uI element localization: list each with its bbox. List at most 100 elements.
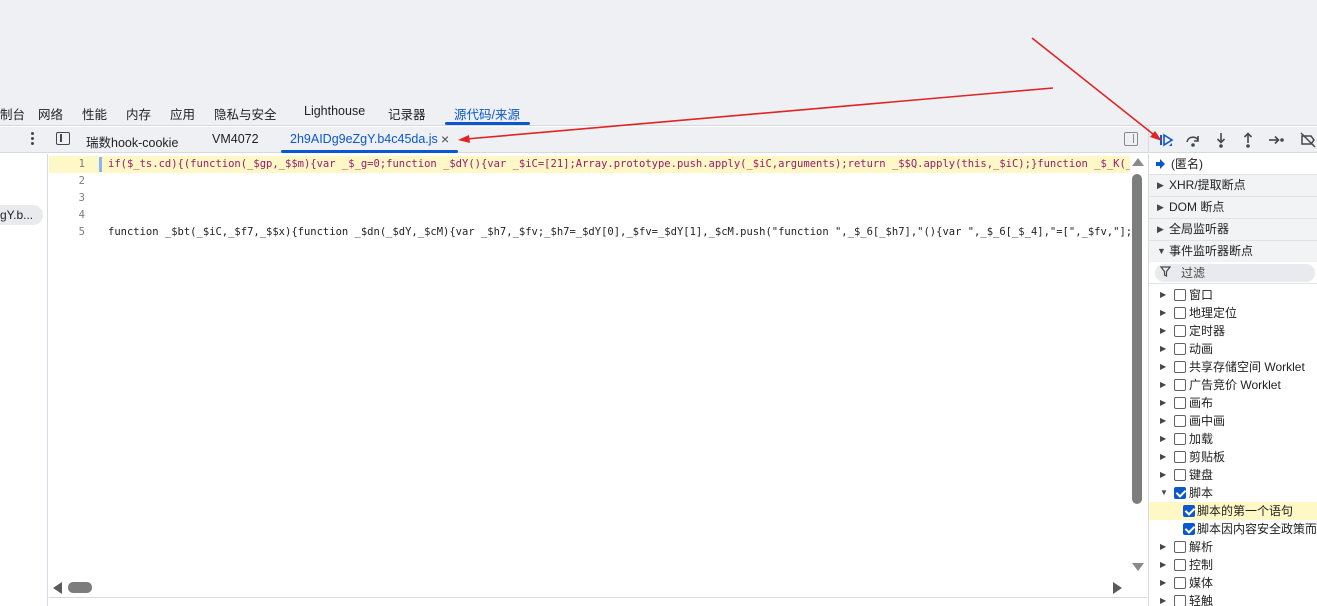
event-category-row[interactable]: ▶ 轻触 bbox=[1149, 592, 1317, 606]
breakpoint-checkbox[interactable] bbox=[1174, 397, 1186, 409]
event-category-row[interactable]: ▶ 共享存储空间 Worklet bbox=[1149, 358, 1317, 376]
file-tab-active-script[interactable]: 2h9AIDg9eZgY.b4c45da.js bbox=[290, 132, 438, 146]
code-line[interactable]: 1 if($_ts.cd){(function(_$gp,_$$m){var _… bbox=[49, 156, 1130, 173]
tab-performance[interactable]: 性能 bbox=[82, 104, 107, 123]
close-icon[interactable]: × bbox=[441, 131, 449, 147]
step-out-icon[interactable] bbox=[1239, 131, 1257, 149]
step-icon[interactable] bbox=[1267, 131, 1285, 149]
breakpoint-checkbox[interactable] bbox=[1174, 595, 1186, 606]
breakpoint-checkbox[interactable] bbox=[1174, 469, 1186, 481]
breakpoint-checkbox[interactable] bbox=[1174, 487, 1186, 499]
chevron-right-icon[interactable]: ▶ bbox=[1160, 358, 1166, 376]
breakpoint-checkbox[interactable] bbox=[1174, 559, 1186, 571]
event-category-row[interactable]: ▶ 控制 bbox=[1149, 556, 1317, 574]
breakpoint-checkbox[interactable] bbox=[1174, 577, 1186, 589]
section-xhr-breakpoints[interactable]: ▶ XHR/提取断点 bbox=[1149, 174, 1317, 196]
code-line[interactable]: 2 bbox=[49, 173, 1130, 190]
editor-horizontal-scrollbar[interactable] bbox=[49, 579, 1147, 596]
event-category-row[interactable]: ▶ 窗口 bbox=[1149, 286, 1317, 304]
breakpoint-checkbox[interactable] bbox=[1174, 361, 1186, 373]
filter-input[interactable]: 过滤 bbox=[1155, 264, 1315, 282]
section-global-listeners[interactable]: ▶ 全局监听器 bbox=[1149, 218, 1317, 240]
horizontal-scroll-thumb[interactable] bbox=[68, 582, 92, 593]
breakpoint-checkbox[interactable] bbox=[1183, 505, 1195, 517]
chevron-right-icon[interactable]: ▶ bbox=[1160, 412, 1166, 430]
scroll-left-icon[interactable] bbox=[53, 582, 62, 594]
scroll-up-icon[interactable] bbox=[1132, 158, 1144, 166]
chevron-right-icon[interactable]: ▶ bbox=[1160, 430, 1166, 448]
file-tab-hook-cookie[interactable]: 瑞数hook-cookie bbox=[86, 132, 178, 151]
event-category-row[interactable]: ▶ 画中画 bbox=[1149, 412, 1317, 430]
code-editor[interactable]: 1 if($_ts.cd){(function(_$gp,_$$m){var _… bbox=[49, 154, 1130, 579]
vertical-scroll-thumb[interactable] bbox=[1132, 174, 1142, 504]
breakpoint-checkbox[interactable] bbox=[1174, 379, 1186, 391]
event-category-row[interactable]: ▶ 地理定位 bbox=[1149, 304, 1317, 322]
breakpoint-checkbox[interactable] bbox=[1174, 343, 1186, 355]
chevron-right-icon[interactable]: ▶ bbox=[1160, 376, 1166, 394]
breakpoint-checkbox[interactable] bbox=[1174, 541, 1186, 553]
tab-sources[interactable]: 源代码/来源 bbox=[454, 104, 520, 123]
more-options-icon[interactable] bbox=[26, 130, 38, 148]
event-subcategory-row[interactable]: 脚本因内容安全政策而 bbox=[1149, 520, 1317, 538]
chevron-right-icon[interactable]: ▶ bbox=[1160, 574, 1166, 592]
tab-console[interactable]: 制台 bbox=[0, 104, 25, 123]
tab-privacy-security[interactable]: 隐私与安全 bbox=[214, 104, 277, 123]
event-subcategory-row[interactable]: 脚本的第一个语句 bbox=[1149, 502, 1317, 520]
breakpoint-checkbox[interactable] bbox=[1174, 415, 1186, 427]
event-category-label: 广告竞价 Worklet bbox=[1189, 378, 1281, 392]
chevron-down-icon[interactable]: ▼ bbox=[1160, 484, 1168, 502]
tab-network[interactable]: 网络 bbox=[38, 104, 63, 123]
step-over-icon[interactable] bbox=[1184, 131, 1202, 149]
tab-recorder[interactable]: 记录器 bbox=[388, 104, 426, 123]
section-event-listener-breakpoints[interactable]: ▼ 事件监听器断点 bbox=[1149, 240, 1317, 262]
event-category-row[interactable]: ▶ 画布 bbox=[1149, 394, 1317, 412]
code-line[interactable]: 3 bbox=[49, 190, 1130, 207]
toggle-debugger-sidebar-icon[interactable] bbox=[1124, 132, 1138, 146]
tab-memory[interactable]: 内存 bbox=[126, 104, 151, 123]
event-category-row[interactable]: ▶ 动画 bbox=[1149, 340, 1317, 358]
breakpoint-checkbox[interactable] bbox=[1174, 289, 1186, 301]
event-category-row[interactable]: ▶ 媒体 bbox=[1149, 574, 1317, 592]
event-category-row[interactable]: ▶ 剪贴板 bbox=[1149, 448, 1317, 466]
tab-application[interactable]: 应用 bbox=[170, 104, 195, 123]
chevron-right-icon[interactable]: ▶ bbox=[1160, 538, 1166, 556]
event-category-row[interactable]: ▶ 解析 bbox=[1149, 538, 1317, 556]
scroll-right-icon[interactable] bbox=[1113, 582, 1122, 594]
event-category-label: 解析 bbox=[1189, 540, 1214, 554]
tab-lighthouse[interactable]: Lighthouse bbox=[304, 104, 365, 118]
chevron-right-icon[interactable]: ▶ bbox=[1160, 466, 1166, 484]
line-number: 2 bbox=[78, 175, 85, 187]
chevron-right-icon[interactable]: ▶ bbox=[1160, 556, 1166, 574]
editor-vertical-scrollbar[interactable] bbox=[1130, 154, 1147, 579]
chevron-right-icon[interactable]: ▶ bbox=[1160, 394, 1166, 412]
event-category-label: 定时器 bbox=[1189, 324, 1226, 338]
chevron-right-icon[interactable]: ▶ bbox=[1160, 322, 1166, 340]
section-dom-breakpoints[interactable]: ▶ DOM 断点 bbox=[1149, 196, 1317, 218]
breakpoint-checkbox[interactable] bbox=[1174, 451, 1186, 463]
scroll-down-icon[interactable] bbox=[1132, 563, 1144, 571]
code-line[interactable]: 5 function _$bt(_$iC,_$f7,_$$x){function… bbox=[49, 224, 1130, 241]
call-frame-row[interactable]: (匿名) bbox=[1149, 154, 1317, 174]
breakpoint-checkbox[interactable] bbox=[1174, 433, 1186, 445]
step-into-icon[interactable] bbox=[1212, 131, 1230, 149]
event-category-row[interactable]: ▶ 加载 bbox=[1149, 430, 1317, 448]
chevron-right-icon[interactable]: ▶ bbox=[1160, 592, 1166, 606]
file-tab-vm4072[interactable]: VM4072 bbox=[212, 132, 259, 146]
active-tab-indicator bbox=[445, 122, 530, 125]
resume-icon[interactable] bbox=[1157, 131, 1175, 149]
toggle-navigator-icon[interactable] bbox=[56, 132, 70, 145]
chevron-right-icon[interactable]: ▶ bbox=[1160, 340, 1166, 358]
chevron-right-icon[interactable]: ▶ bbox=[1160, 448, 1166, 466]
navigator-file-item[interactable]: gY.b... bbox=[0, 205, 43, 225]
event-category-row[interactable]: ▶ 广告竞价 Worklet bbox=[1149, 376, 1317, 394]
breakpoint-checkbox[interactable] bbox=[1174, 325, 1186, 337]
chevron-right-icon[interactable]: ▶ bbox=[1160, 304, 1166, 322]
deactivate-breakpoints-icon[interactable] bbox=[1299, 131, 1317, 149]
event-category-row[interactable]: ▼ 脚本 bbox=[1149, 484, 1317, 502]
breakpoint-checkbox[interactable] bbox=[1174, 307, 1186, 319]
event-category-row[interactable]: ▶ 定时器 bbox=[1149, 322, 1317, 340]
breakpoint-checkbox[interactable] bbox=[1183, 523, 1195, 535]
code-line[interactable]: 4 bbox=[49, 207, 1130, 224]
chevron-right-icon[interactable]: ▶ bbox=[1160, 286, 1166, 304]
event-category-row[interactable]: ▶ 键盘 bbox=[1149, 466, 1317, 484]
